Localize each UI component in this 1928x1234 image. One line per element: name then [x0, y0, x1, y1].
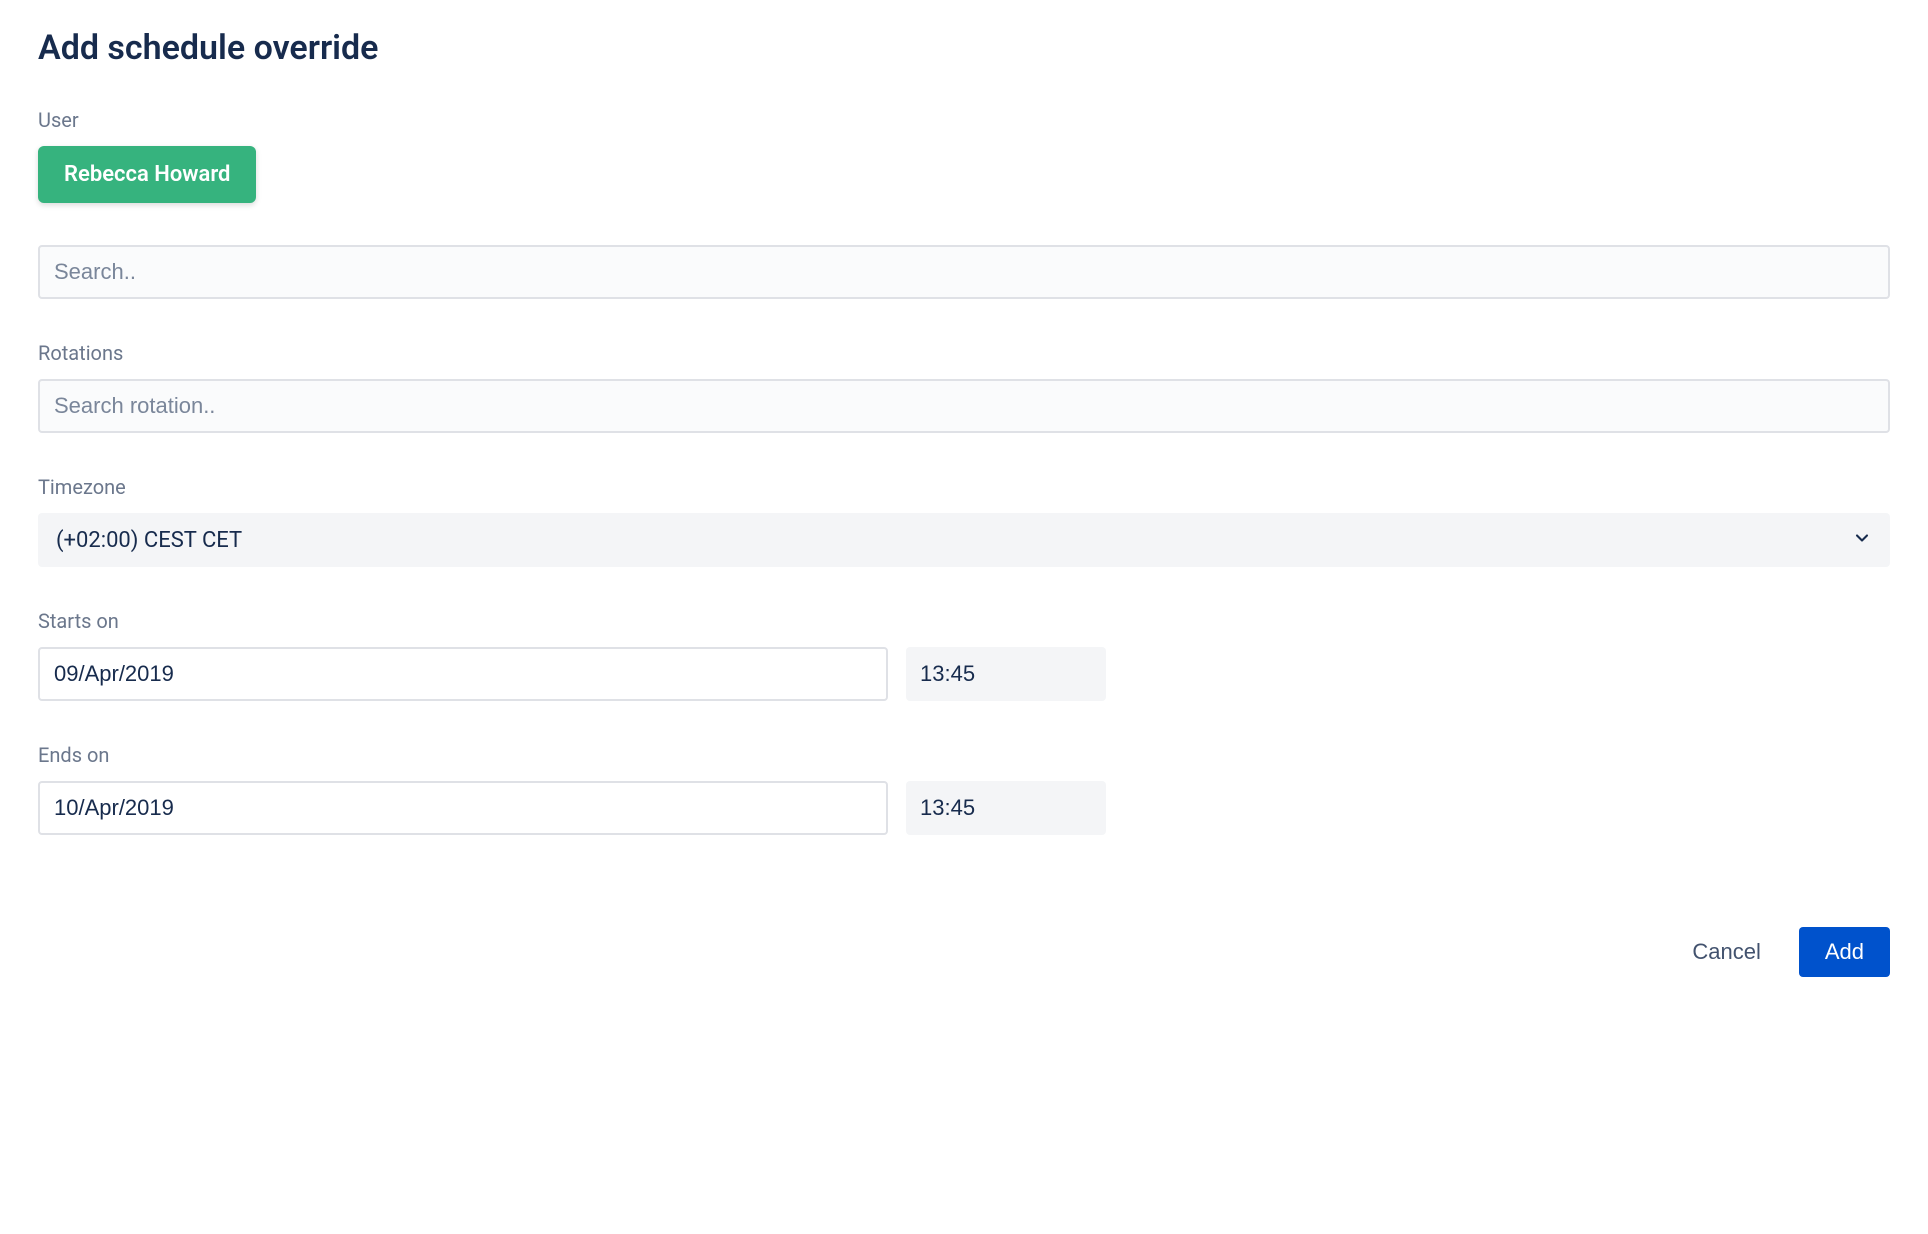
user-search-section [38, 245, 1890, 299]
dialog-footer: Cancel Add [38, 927, 1890, 977]
starts-label: Starts on [38, 609, 1890, 633]
user-search-input[interactable] [38, 245, 1890, 299]
timezone-value: (+02:00) CEST CET [56, 528, 242, 553]
user-section: User Rebecca Howard [38, 108, 1890, 203]
starts-time-input[interactable] [906, 647, 1106, 701]
timezone-label: Timezone [38, 475, 1890, 499]
starts-date-input[interactable] [38, 647, 888, 701]
page-title: Add schedule override [38, 28, 1890, 68]
chevron-down-icon [1852, 528, 1872, 552]
rotation-search-input[interactable] [38, 379, 1890, 433]
ends-time-input[interactable] [906, 781, 1106, 835]
timezone-select[interactable]: (+02:00) CEST CET [38, 513, 1890, 567]
user-label: User [38, 108, 1890, 132]
ends-section: Ends on [38, 743, 1890, 835]
rotations-section: Rotations [38, 341, 1890, 433]
ends-date-input[interactable] [38, 781, 888, 835]
cancel-button[interactable]: Cancel [1682, 927, 1770, 977]
timezone-section: Timezone (+02:00) CEST CET [38, 475, 1890, 567]
user-chip[interactable]: Rebecca Howard [38, 146, 256, 203]
starts-section: Starts on [38, 609, 1890, 701]
add-button[interactable]: Add [1799, 927, 1890, 977]
rotations-label: Rotations [38, 341, 1890, 365]
ends-label: Ends on [38, 743, 1890, 767]
